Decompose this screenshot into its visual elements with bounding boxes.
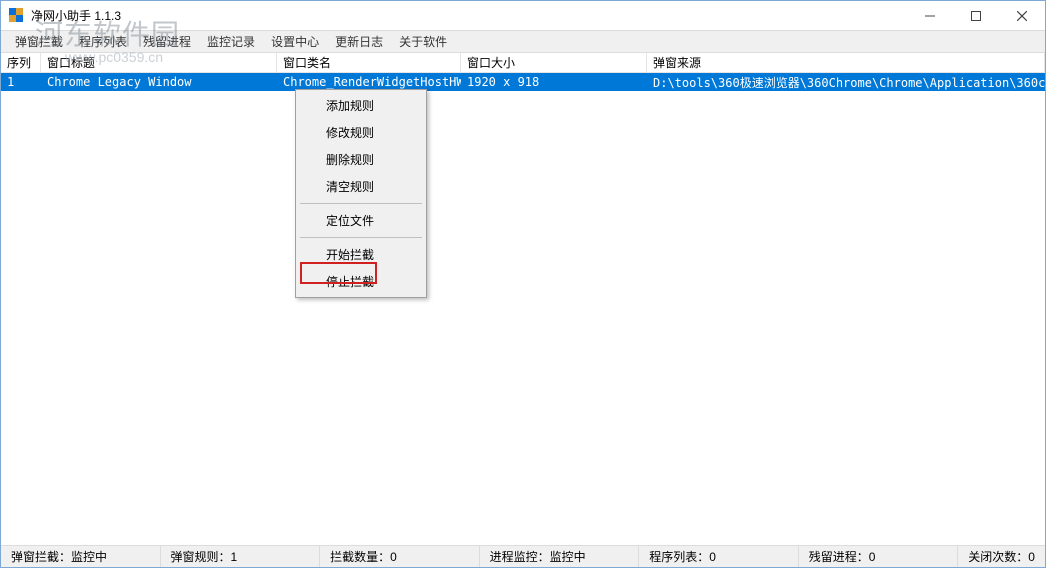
col-header-class[interactable]: 窗口类名 bbox=[277, 53, 461, 72]
col-header-size[interactable]: 窗口大小 bbox=[461, 53, 647, 72]
menu-program-list[interactable]: 程序列表 bbox=[71, 31, 135, 52]
cm-separator bbox=[300, 203, 422, 204]
status-count: 拦截数量：0 bbox=[320, 546, 480, 567]
minimize-button[interactable] bbox=[907, 1, 953, 30]
col-header-source[interactable]: 弹窗来源 bbox=[647, 53, 1045, 72]
cell-source: D:\tools\360极速浏览器\360Chrome\Chrome\Appli… bbox=[647, 73, 1045, 91]
menu-monitor-log[interactable]: 监控记录 bbox=[199, 31, 263, 52]
cm-start-block[interactable]: 开始拦截 bbox=[298, 241, 424, 268]
menu-settings[interactable]: 设置中心 bbox=[263, 31, 327, 52]
cell-size: 1920 x 918 bbox=[461, 73, 647, 91]
status-bar: 弹窗拦截：监控中 弹窗规则：1 拦截数量：0 进程监控：监控中 程序列表：0 残… bbox=[1, 545, 1045, 567]
status-proc-monitor: 进程监控：监控中 bbox=[480, 546, 640, 567]
cm-clear-rules[interactable]: 清空规则 bbox=[298, 173, 424, 200]
cell-title: Chrome Legacy Window bbox=[41, 73, 277, 91]
cm-separator bbox=[300, 237, 422, 238]
table-header: 序列 窗口标题 窗口类名 窗口大小 弹窗来源 bbox=[1, 53, 1045, 73]
cell-index: 1 bbox=[1, 73, 41, 91]
cm-delete-rule[interactable]: 删除规则 bbox=[298, 146, 424, 173]
menu-bar: 弹窗拦截 程序列表 残留进程 监控记录 设置中心 更新日志 关于软件 bbox=[1, 31, 1045, 53]
maximize-button[interactable] bbox=[953, 1, 999, 30]
window-title: 净网小助手 1.1.3 bbox=[31, 7, 907, 24]
status-close-count: 关闭次数：0 bbox=[958, 546, 1045, 567]
context-menu: 添加规则 修改规则 删除规则 清空规则 定位文件 开始拦截 停止拦截 bbox=[295, 89, 427, 298]
cm-modify-rule[interactable]: 修改规则 bbox=[298, 119, 424, 146]
cm-stop-block[interactable]: 停止拦截 bbox=[298, 268, 424, 295]
status-leftover: 残留进程：0 bbox=[799, 546, 959, 567]
status-rules: 弹窗规则：1 bbox=[161, 546, 321, 567]
app-icon bbox=[9, 8, 25, 24]
close-button[interactable] bbox=[999, 1, 1045, 30]
table-row[interactable]: 1 Chrome Legacy Window Chrome_RenderWidg… bbox=[1, 73, 1045, 91]
status-block: 弹窗拦截：监控中 bbox=[1, 546, 161, 567]
menu-changelog[interactable]: 更新日志 bbox=[327, 31, 391, 52]
title-bar: 净网小助手 1.1.3 bbox=[1, 1, 1045, 31]
col-header-index[interactable]: 序列 bbox=[1, 53, 41, 72]
menu-popup-block[interactable]: 弹窗拦截 bbox=[7, 31, 71, 52]
cm-add-rule[interactable]: 添加规则 bbox=[298, 92, 424, 119]
table-area: 序列 窗口标题 窗口类名 窗口大小 弹窗来源 1 Chrome Legacy W… bbox=[1, 53, 1045, 545]
col-header-title[interactable]: 窗口标题 bbox=[41, 53, 277, 72]
status-program-list: 程序列表：0 bbox=[639, 546, 799, 567]
cm-locate-file[interactable]: 定位文件 bbox=[298, 207, 424, 234]
menu-leftover-process[interactable]: 残留进程 bbox=[135, 31, 199, 52]
menu-about[interactable]: 关于软件 bbox=[391, 31, 455, 52]
